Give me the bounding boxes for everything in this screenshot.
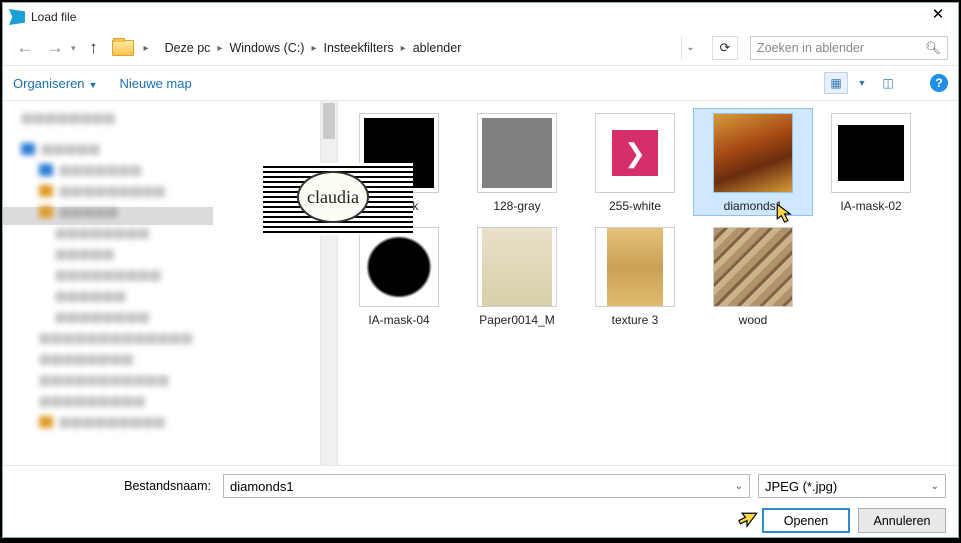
file-item-255-white[interactable]: ❯ 255-white — [576, 109, 694, 215]
file-item-texture3[interactable]: texture 3 — [576, 223, 694, 329]
crumb-folder[interactable]: Insteekfilters — [321, 41, 397, 55]
app-icon — [9, 9, 25, 25]
chevron-right-icon: ▸ — [307, 43, 320, 54]
filetype-select[interactable]: JPEG (*.jpg) ⌄ — [758, 474, 946, 498]
help-icon[interactable]: ? — [930, 74, 948, 92]
crumb-root[interactable]: Deze pc — [162, 41, 214, 55]
refresh-button[interactable]: ⟳ — [712, 36, 738, 60]
breadcrumb[interactable]: Deze pc ▸ Windows (C:) ▸ Insteekfilters … — [161, 36, 704, 60]
sidebar-scrollbar[interactable] — [320, 101, 337, 465]
chevron-right-icon: ▸ — [213, 43, 226, 54]
pointer-cursor-icon — [732, 510, 762, 536]
window-title: Load file — [31, 10, 918, 24]
file-label: wood — [739, 313, 768, 327]
filename-label: Bestandsnaam: — [15, 479, 215, 493]
cancel-button[interactable]: Annuleren — [858, 508, 946, 533]
file-grid[interactable]: claudia 0-black 128-gray ❯ 255-white dia… — [338, 101, 958, 465]
view-toggle: ▦ ▼ ◫ — [824, 72, 900, 94]
folder-icon — [112, 40, 134, 56]
file-item-ia-mask-02[interactable]: IA-mask-02 — [812, 109, 930, 215]
pointer-cursor-icon — [772, 201, 802, 227]
search-input[interactable]: Zoeken in ablender 🔍︎ — [750, 36, 948, 60]
nav-row: ← → ▾ ↑ ▸ Deze pc ▸ Windows (C:) ▸ Inste… — [3, 31, 958, 65]
chevron-down-icon[interactable]: ⌄ — [931, 481, 939, 492]
file-label: 255-white — [609, 199, 661, 213]
bird-icon: ❯ — [612, 130, 658, 176]
file-item-diamonds1[interactable]: diamonds1 — [694, 109, 812, 215]
file-item-128-gray[interactable]: 128-gray — [458, 109, 576, 215]
open-button[interactable]: Openen — [762, 508, 850, 533]
file-label: IA-mask-02 — [840, 199, 901, 213]
filename-input[interactable]: diamonds1 ⌄ — [223, 474, 750, 498]
preview-pane-button[interactable]: ◫ — [876, 72, 900, 94]
footer: Bestandsnaam: diamonds1 ⌄ JPEG (*.jpg) ⌄… — [3, 465, 958, 543]
forward-button[interactable]: → — [43, 36, 67, 60]
chevron-right-icon: ▸ — [144, 43, 149, 54]
file-label: texture 3 — [612, 313, 659, 327]
path-dropdown[interactable]: ⌄ — [681, 37, 699, 59]
chevron-down-icon[interactable]: ⌄ — [735, 481, 743, 492]
close-button[interactable]: ✕ — [918, 0, 958, 28]
chevron-right-icon: ▸ — [397, 43, 410, 54]
back-button[interactable]: ← — [13, 36, 37, 60]
file-item-wood[interactable]: wood — [694, 223, 812, 329]
titlebar: Load file ✕ — [3, 3, 958, 31]
watermark-overlay: claudia — [263, 163, 413, 235]
file-dialog: Load file ✕ ← → ▾ ↑ ▸ Deze pc ▸ Windows … — [2, 2, 959, 538]
file-item-paper0014[interactable]: Paper0014_M — [458, 223, 576, 329]
toolbar: Organiseren▼ Nieuwe map ▦ ▼ ◫ ? — [3, 65, 958, 101]
thumbnails-view-button[interactable]: ▦ — [824, 72, 848, 94]
new-folder-button[interactable]: Nieuwe map — [119, 76, 191, 91]
search-placeholder: Zoeken in ablender — [757, 41, 864, 55]
history-dropdown[interactable]: ▾ — [71, 43, 76, 54]
crumb-folder[interactable]: ablender — [410, 41, 465, 55]
file-label: 128-gray — [493, 199, 540, 213]
search-icon: 🔍︎ — [925, 41, 941, 56]
sidebar-tree[interactable]: ▧▧▧▧▧▧▧▧ ▧▧▧▧▧ ▧▧▧▧▧▧▧ ▧▧▧▧▧▧▧▧▧ ▧▧▧▧▧ ▧… — [3, 101, 338, 465]
file-label: Paper0014_M — [479, 313, 554, 327]
up-button[interactable]: ↑ — [82, 36, 106, 60]
file-item-ia-mask-04[interactable]: IA-mask-04 — [340, 223, 458, 329]
file-label: IA-mask-04 — [368, 313, 429, 327]
crumb-drive[interactable]: Windows (C:) — [226, 41, 307, 55]
view-dropdown[interactable]: ▼ — [850, 72, 874, 94]
scrollbar-thumb[interactable] — [323, 103, 335, 139]
organize-menu[interactable]: Organiseren▼ — [13, 76, 97, 91]
